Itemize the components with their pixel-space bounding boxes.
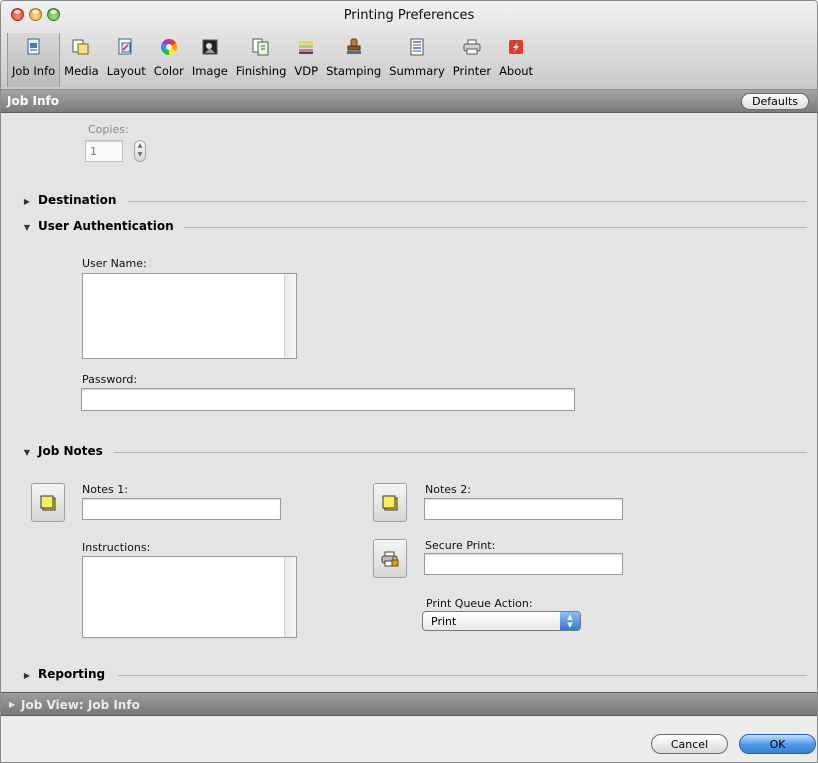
- layout-icon: [116, 37, 136, 57]
- window-title: Printing Preferences: [343, 8, 475, 23]
- tab-label: Media: [64, 64, 99, 78]
- notes2-button[interactable]: [373, 483, 407, 522]
- about-icon: [506, 37, 526, 57]
- tab-layout[interactable]: Layout: [103, 33, 150, 87]
- secure-print-label: Secure Print:: [425, 539, 496, 552]
- sticky-note-icon: [40, 495, 56, 510]
- print-queue-action-label: Print Queue Action:: [426, 597, 533, 610]
- destination-disclosure[interactable]: ▶ Destination: [22, 193, 807, 209]
- user-authentication-disclosure[interactable]: ▼ User Authentication: [22, 219, 807, 235]
- copies-label: Copies:: [88, 123, 129, 136]
- tab-label: Job Info: [12, 64, 56, 78]
- reporting-title: Reporting: [38, 667, 106, 681]
- print-queue-action-select[interactable]: Print ▲ ▼: [422, 611, 581, 631]
- tab-about[interactable]: About: [495, 33, 537, 87]
- tab-vdp[interactable]: VDP: [290, 33, 322, 87]
- printer-icon: [462, 37, 482, 57]
- stamp-icon: [344, 37, 364, 57]
- destination-title: Destination: [38, 193, 117, 207]
- job-view-disclosure[interactable]: ▶ Job View: Job Info: [1, 692, 817, 716]
- cancel-button[interactable]: Cancel: [651, 734, 728, 754]
- job-notes-disclosure[interactable]: ▼ Job Notes: [22, 444, 807, 460]
- tab-label: Stamping: [326, 64, 382, 78]
- tab-label: Finishing: [235, 64, 287, 78]
- sticky-note-icon: [382, 495, 398, 510]
- color-wheel-icon: [159, 37, 179, 57]
- defaults-button[interactable]: Defaults: [741, 93, 809, 110]
- tab-label: Printer: [452, 64, 492, 78]
- print-queue-action-value: Print: [431, 615, 457, 628]
- notes1-field[interactable]: [82, 498, 281, 520]
- tab-label: Layout: [106, 64, 146, 78]
- disclosure-closed-icon: ▶: [23, 196, 31, 206]
- scrollbar[interactable]: [284, 274, 296, 358]
- ok-button[interactable]: OK: [739, 734, 816, 754]
- window-chrome: Printing Preferences Job Info Media Layo…: [1, 1, 817, 90]
- job-view-title: Job View: Job Info: [21, 698, 140, 712]
- lock-printer-icon: [381, 551, 399, 566]
- section-divider: [118, 675, 807, 676]
- notes1-label: Notes 1:: [82, 483, 128, 496]
- tab-label: About: [499, 64, 534, 78]
- section-divider: [128, 201, 807, 202]
- section-title: Job Info: [7, 94, 59, 108]
- tab-image[interactable]: Image: [188, 33, 232, 87]
- section-header: Job Info Defaults: [1, 90, 817, 113]
- job-info-icon: [24, 37, 44, 57]
- tab-label: Summary: [389, 64, 445, 78]
- image-icon: [200, 37, 220, 57]
- summary-icon: [407, 37, 427, 57]
- disclosure-closed-icon: ▶: [9, 700, 16, 709]
- username-label: User Name:: [82, 257, 147, 270]
- tab-printer[interactable]: Printer: [449, 33, 495, 87]
- scrollbar[interactable]: [284, 557, 296, 637]
- password-label: Password:: [82, 373, 138, 386]
- instructions-textarea[interactable]: [82, 556, 297, 638]
- disclosure-closed-icon: ▶: [23, 670, 31, 680]
- reporting-disclosure[interactable]: ▶ Reporting: [22, 667, 807, 683]
- secure-print-field[interactable]: [424, 553, 623, 575]
- disclosure-open-icon: ▼: [23, 447, 31, 457]
- user-authentication-title: User Authentication: [38, 219, 174, 233]
- tab-finishing[interactable]: Finishing: [232, 33, 291, 87]
- notes1-button[interactable]: [31, 483, 65, 522]
- tab-label: VDP: [294, 64, 319, 78]
- toolbar: Job Info Media Layout Color Image Finish…: [7, 33, 537, 87]
- tab-media[interactable]: Media: [60, 33, 103, 87]
- notes2-field[interactable]: [424, 498, 623, 520]
- job-notes-title: Job Notes: [38, 444, 103, 458]
- tab-label: Color: [153, 64, 184, 78]
- media-icon: [71, 37, 91, 57]
- tab-color[interactable]: Color: [150, 33, 188, 87]
- disclosure-open-icon: ▼: [23, 222, 31, 232]
- tab-job-info[interactable]: Job Info: [7, 33, 61, 87]
- dialog-footer: Cancel OK: [1, 717, 817, 762]
- copies-stepper[interactable]: ▲ ▼: [134, 140, 146, 162]
- username-textarea[interactable]: [82, 273, 297, 359]
- tab-label: Image: [191, 64, 228, 78]
- password-field[interactable]: [81, 388, 575, 411]
- tab-stamping[interactable]: Stamping: [322, 33, 385, 87]
- vdp-icon: [296, 37, 316, 57]
- copies-input[interactable]: [85, 140, 123, 162]
- secure-print-button[interactable]: [373, 539, 407, 578]
- tab-summary[interactable]: Summary: [385, 33, 449, 87]
- title-bar: Printing Preferences: [1, 1, 817, 31]
- notes2-label: Notes 2:: [425, 483, 471, 496]
- printing-preferences-window: Printing Preferences Job Info Media Layo…: [0, 0, 818, 763]
- instructions-label: Instructions:: [82, 541, 151, 554]
- job-info-panel: Copies: ▲▼ ▶ Destination ▼ User Authenti…: [1, 114, 817, 692]
- section-divider: [114, 452, 807, 453]
- select-arrows-icon: ▲ ▼: [560, 612, 580, 630]
- section-divider: [184, 227, 807, 228]
- finishing-icon: [251, 37, 271, 57]
